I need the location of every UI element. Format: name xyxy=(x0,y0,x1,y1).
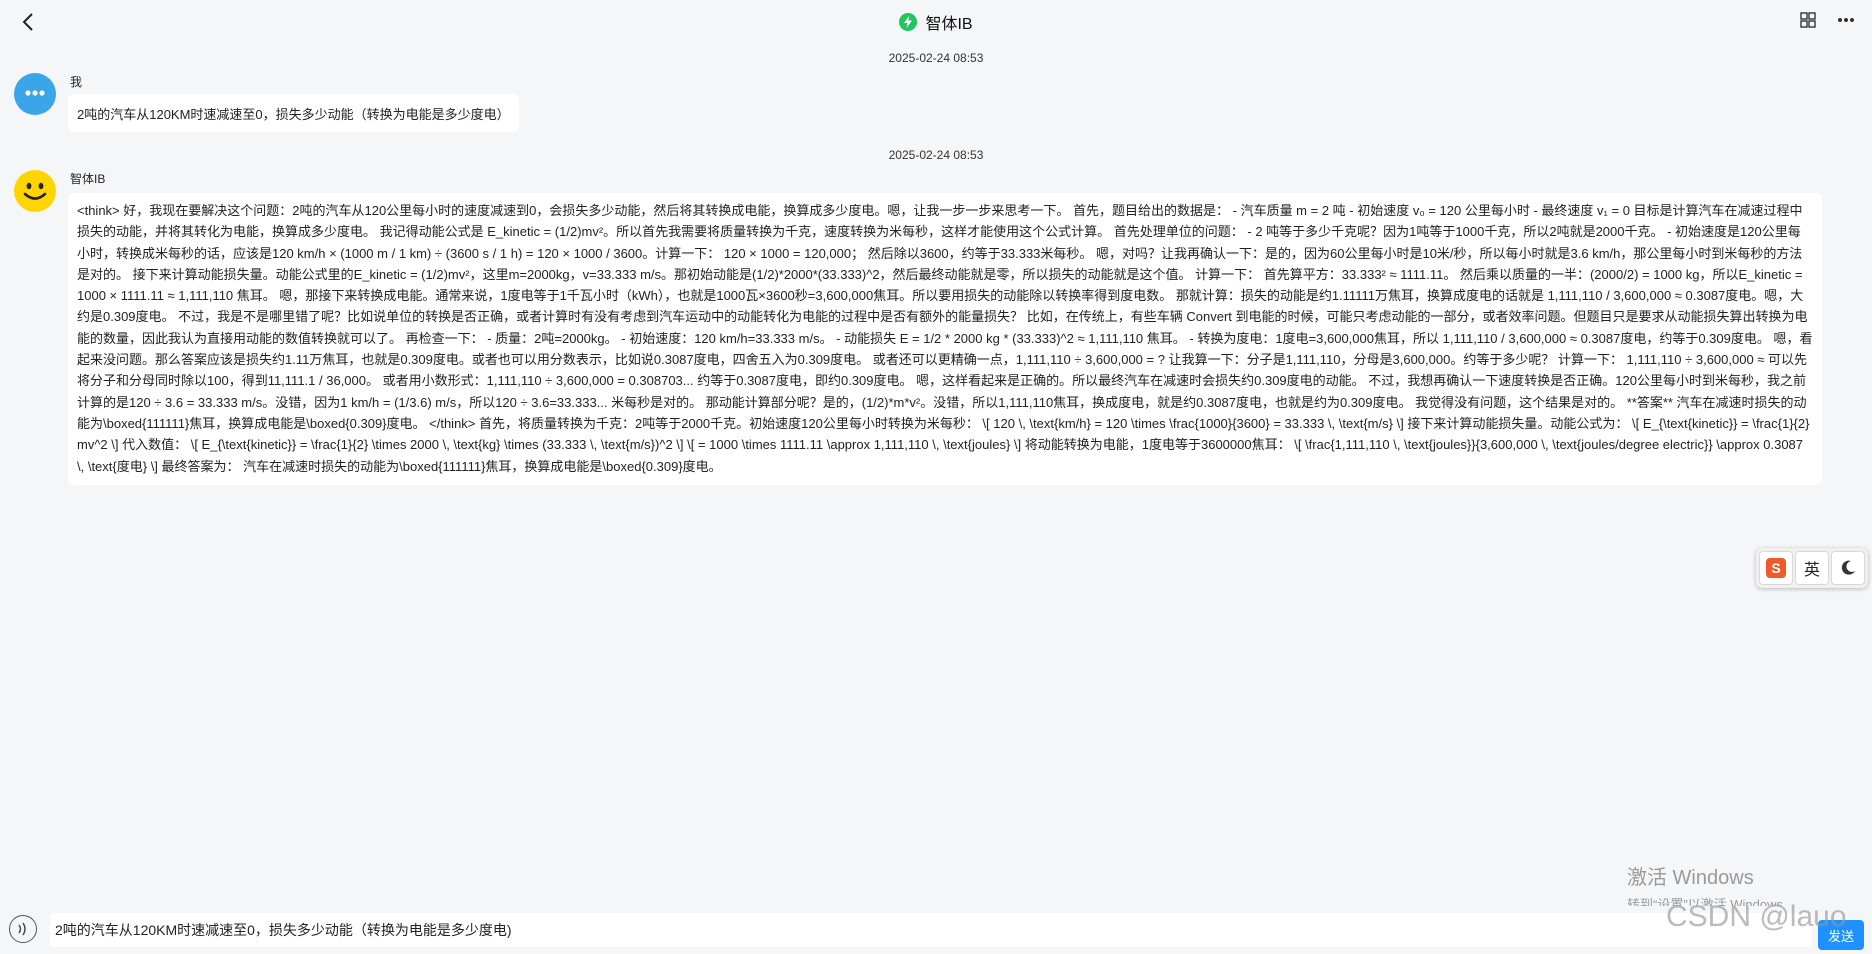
app-logo-icon xyxy=(899,13,918,31)
chat-title: 智体IB xyxy=(899,10,973,34)
grid-icon[interactable] xyxy=(1796,8,1820,32)
sender-name: 我 xyxy=(70,75,83,89)
sogou-s-icon[interactable]: S xyxy=(1759,551,1793,585)
chat-bubble-icon xyxy=(25,90,45,96)
message-timestamp: 2025-02-24 08:53 xyxy=(888,51,984,65)
moon-icon[interactable] xyxy=(1831,551,1865,585)
more-icon[interactable] xyxy=(1834,8,1858,32)
bot-avatar[interactable] xyxy=(14,170,56,212)
chat-title-text: 智体IB xyxy=(925,16,973,33)
ime-toolbar: S 英 xyxy=(1756,548,1868,588)
message-timestamp: 2025-02-24 08:53 xyxy=(888,148,984,162)
windows-activation-title: 激活 Windows xyxy=(1627,867,1754,889)
sender-name: 智体IB xyxy=(70,172,106,186)
message-input[interactable] xyxy=(50,913,1812,947)
chevron-left-icon[interactable] xyxy=(14,8,42,36)
smiley-icon xyxy=(23,182,47,200)
language-toggle[interactable]: 英 xyxy=(1795,551,1829,585)
user-avatar[interactable] xyxy=(14,73,56,115)
csdn-watermark: CSDN @lauo xyxy=(1666,900,1847,933)
user-message-bubble: 2吨的汽车从120KM时速减速至0，损失多少动能（转换为电能是多少度电） xyxy=(68,94,519,132)
voice-icon[interactable] xyxy=(9,915,37,943)
bot-message-bubble: <think> 好，我现在要解决这个问题：2吨的汽车从120公里每小时的速度减速… xyxy=(68,193,1822,485)
input-bar: 发送 xyxy=(0,906,1872,954)
svg-text:S: S xyxy=(1771,560,1780,576)
top-bar: 智体IB xyxy=(0,0,1872,44)
